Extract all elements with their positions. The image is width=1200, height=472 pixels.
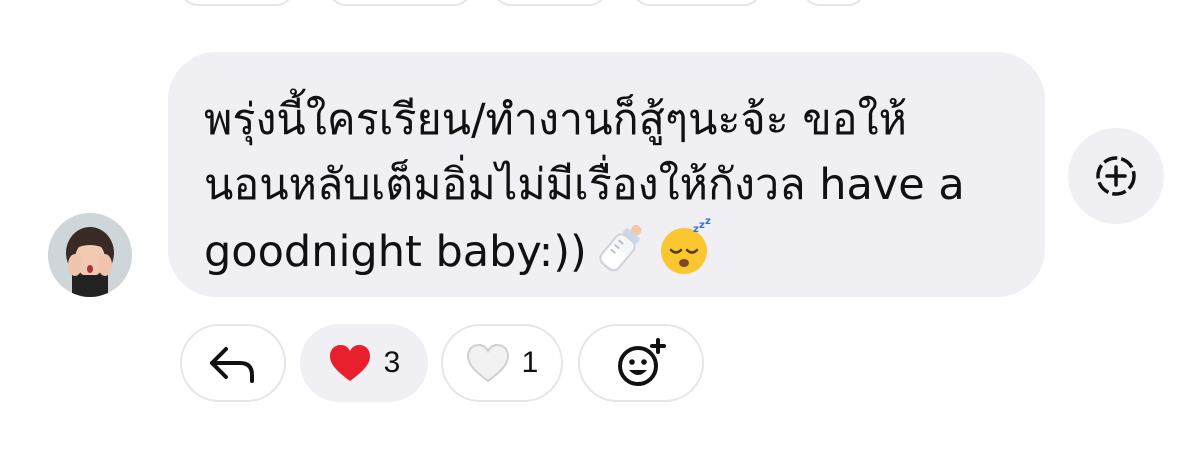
add-emoji-icon bbox=[618, 338, 666, 386]
previous-row-pill bbox=[802, 0, 866, 6]
reply-icon bbox=[210, 347, 254, 383]
red-heart-icon bbox=[329, 345, 370, 381]
previous-row-pill bbox=[328, 0, 472, 6]
message-line-3: goodnight baby:)) z z z bbox=[204, 216, 1025, 285]
red-heart-count: 3 bbox=[383, 346, 401, 379]
add-reaction-button[interactable] bbox=[1068, 128, 1164, 224]
message-line-1: พรุ่งนี้ใครเรียน/ทำงานก็สู้ๆนะจ้ะ ขอให้ bbox=[204, 95, 907, 145]
previous-row-pill bbox=[493, 0, 607, 6]
previous-row-pill bbox=[632, 0, 762, 6]
add-circle-icon bbox=[1096, 156, 1136, 196]
add-emoji-reaction-button[interactable] bbox=[578, 324, 704, 402]
avatar[interactable] bbox=[48, 213, 132, 297]
avatar-photo-icon bbox=[48, 213, 132, 297]
message-line-2: นอนหลับเต็มอิ่มไม่มีเรื่องให้กังวล have … bbox=[204, 160, 965, 210]
message-line-3-text: goodnight baby:)) bbox=[204, 227, 587, 277]
white-heart-reaction[interactable]: 1 bbox=[441, 324, 563, 402]
white-heart-icon bbox=[466, 343, 509, 383]
baby-bottle-icon bbox=[593, 218, 651, 276]
message-bubble[interactable]: พรุ่งนี้ใครเรียน/ทำงานก็สู้ๆนะจ้ะ ขอให้ … bbox=[168, 52, 1045, 297]
red-heart-reaction[interactable]: 3 bbox=[300, 324, 428, 402]
reply-button[interactable] bbox=[180, 324, 286, 402]
svg-text:z: z bbox=[705, 218, 711, 227]
sleeping-face-icon: z z z bbox=[657, 216, 715, 276]
white-heart-count: 1 bbox=[521, 346, 539, 379]
previous-row-pill bbox=[180, 0, 294, 6]
